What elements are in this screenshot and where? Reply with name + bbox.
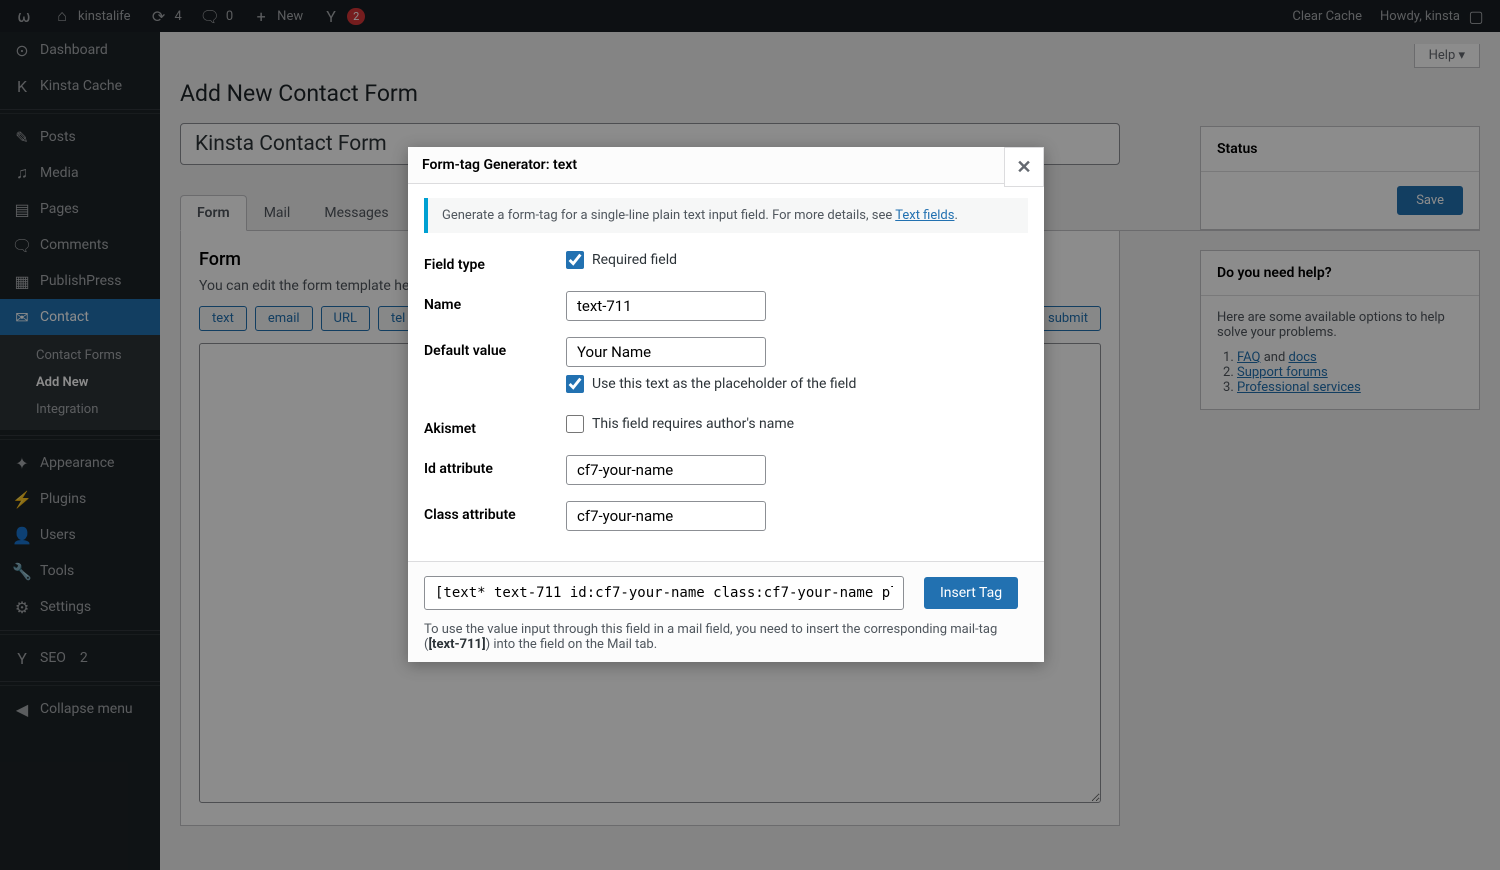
insert-tag-button[interactable]: Insert Tag — [924, 577, 1018, 609]
class-attribute-input[interactable] — [566, 501, 766, 531]
close-icon: ✕ — [1016, 157, 1031, 178]
modal-info: Generate a form-tag for a single-line pl… — [424, 198, 1028, 233]
name-input[interactable] — [566, 291, 766, 321]
name-label: Name — [424, 291, 566, 313]
placeholder-checkbox[interactable] — [566, 375, 584, 393]
id-attribute-input[interactable] — [566, 455, 766, 485]
mail-tag-note: To use the value input through this fiel… — [424, 622, 1028, 652]
modal-title: Form-tag Generator: text ✕ — [408, 147, 1044, 184]
modal-close-button[interactable]: ✕ — [1004, 147, 1044, 187]
generated-tag-input[interactable] — [424, 576, 904, 610]
akismet-label: Akismet — [424, 415, 566, 437]
default-value-input[interactable] — [566, 337, 766, 367]
id-attribute-label: Id attribute — [424, 455, 566, 477]
field-type-label: Field type — [424, 251, 566, 273]
placeholder-label: Use this text as the placeholder of the … — [592, 376, 856, 392]
required-field-label: Required field — [592, 252, 677, 268]
class-attribute-label: Class attribute — [424, 501, 566, 523]
form-tag-generator-modal: Form-tag Generator: text ✕ Generate a fo… — [408, 147, 1044, 662]
required-field-checkbox[interactable] — [566, 251, 584, 269]
akismet-cb-label: This field requires author's name — [592, 416, 794, 432]
text-fields-link[interactable]: Text fields — [895, 208, 954, 223]
akismet-checkbox[interactable] — [566, 415, 584, 433]
default-value-label: Default value — [424, 337, 566, 359]
